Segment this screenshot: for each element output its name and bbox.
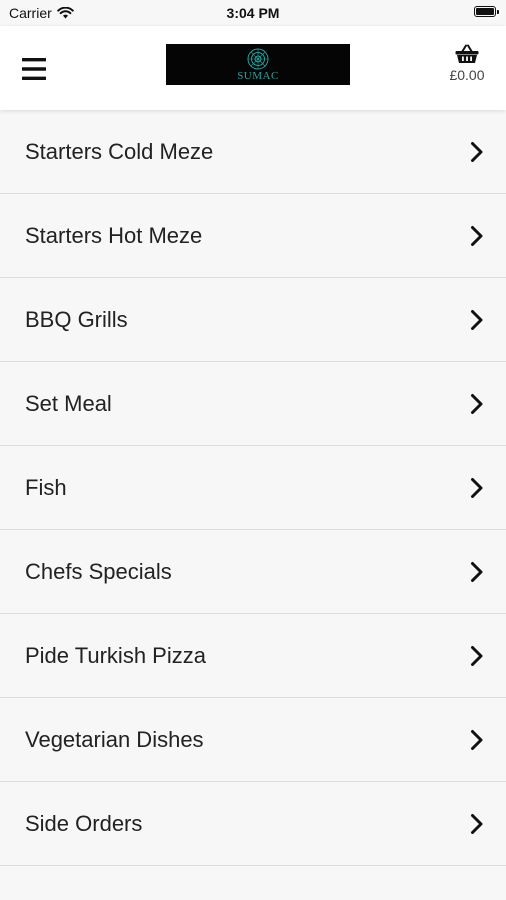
chevron-right-icon [471,141,483,162]
category-label: BBQ Grills [25,306,128,332]
chevron-right-icon [471,309,483,330]
hamburger-icon [22,58,46,80]
category-item-fish[interactable]: Fish [0,446,506,530]
category-label: Starters Hot Meze [25,222,203,248]
hamburger-menu-button[interactable] [20,55,48,83]
category-label: Fish [25,474,67,500]
cart-total: £0.00 [449,67,485,83]
battery-level [476,8,494,15]
category-label: Chefs Specials [25,558,172,584]
category-label: Side Orders [25,810,143,836]
chevron-right-icon [471,813,483,834]
category-label: Vegetarian Dishes [25,726,204,752]
battery-icon [474,6,499,17]
status-bar: Carrier 3:04 PM [0,0,506,26]
category-item-chefs-specials[interactable]: Chefs Specials [0,530,506,614]
category-item-set-meal[interactable]: Set Meal [0,362,506,446]
chevron-right-icon [471,645,483,666]
restaurant-logo[interactable]: SUMAC [166,44,350,85]
cart-button[interactable]: £0.00 [442,44,492,94]
chevron-right-icon [471,393,483,414]
category-label: Set Meal [25,390,112,416]
app-header: SUMAC £0.00 [0,26,506,110]
category-item-pide-turkish-pizza[interactable]: Pide Turkish Pizza [0,614,506,698]
category-item-vegetarian-dishes[interactable]: Vegetarian Dishes [0,698,506,782]
category-item-side-orders[interactable]: Side Orders [0,782,506,866]
mandala-emblem-icon [247,48,269,69]
chevron-right-icon [471,477,483,498]
category-item-starters-hot-meze[interactable]: Starters Hot Meze [0,194,506,278]
category-item-starters-cold-meze[interactable]: Starters Cold Meze [0,110,506,194]
category-list: Starters Cold Meze Starters Hot Meze BBQ… [0,110,506,866]
status-time: 3:04 PM [226,5,280,21]
chevron-right-icon [471,729,483,750]
chevron-right-icon [471,561,483,582]
logo-text: SUMAC [237,69,279,82]
chevron-right-icon [471,225,483,246]
category-label: Pide Turkish Pizza [25,642,206,668]
category-item-bbq-grills[interactable]: BBQ Grills [0,278,506,362]
category-label: Starters Cold Meze [25,138,214,164]
basket-icon [455,44,479,63]
